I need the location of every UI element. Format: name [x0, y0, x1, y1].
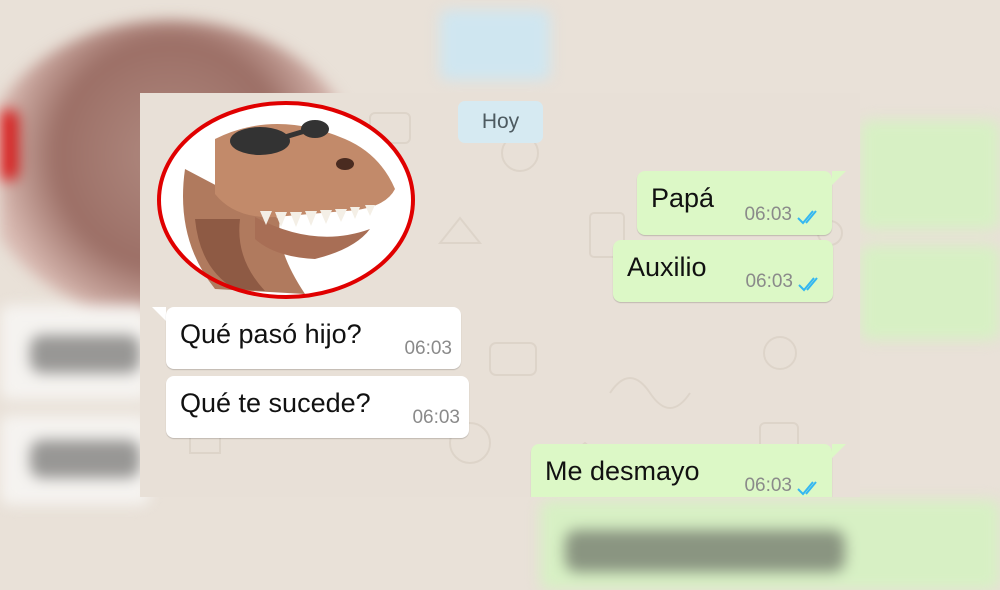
- message-time: 06:03: [404, 338, 452, 359]
- message-text: Me desmayo: [545, 456, 700, 486]
- message-text: Papá: [651, 183, 715, 213]
- double-check-icon: [797, 210, 817, 225]
- double-check-icon: [798, 277, 818, 292]
- bubble-tail: [152, 307, 166, 321]
- bubble-tail: [832, 444, 846, 458]
- message-text: Auxilio: [627, 252, 707, 282]
- blurred-outgoing-bubble: [860, 120, 1000, 230]
- message-time: 06:03: [744, 475, 792, 496]
- blurred-outgoing-bubble: [860, 245, 1000, 340]
- blurred-text: [565, 530, 845, 572]
- message-outgoing[interactable]: Me desmayo 06:03: [531, 444, 832, 497]
- message-time: 06:03: [745, 271, 793, 292]
- blurred-text: [30, 335, 140, 373]
- dinosaur-sticker-icon[interactable]: [155, 99, 417, 301]
- message-incoming[interactable]: Qué te sucede? 06:03: [166, 376, 469, 438]
- message-text: Qué te sucede?: [180, 388, 371, 418]
- message-outgoing[interactable]: Auxilio 06:03: [613, 240, 833, 302]
- message-time: 06:03: [744, 204, 792, 225]
- blurred-highlight: [0, 110, 18, 180]
- chat-panel: Hoy Papá 06:03 Auxilio 06:03 Qué pasó hi…: [140, 93, 860, 497]
- message-text: Qué pasó hijo?: [180, 319, 362, 349]
- message-outgoing[interactable]: Papá 06:03: [637, 171, 832, 235]
- date-separator: Hoy: [458, 101, 543, 143]
- double-check-icon: [797, 481, 817, 496]
- bubble-tail: [832, 171, 846, 185]
- message-time: 06:03: [412, 407, 460, 428]
- blurred-date-pill: [440, 10, 550, 80]
- message-incoming[interactable]: Qué pasó hijo? 06:03: [166, 307, 461, 369]
- blurred-text: [30, 440, 140, 478]
